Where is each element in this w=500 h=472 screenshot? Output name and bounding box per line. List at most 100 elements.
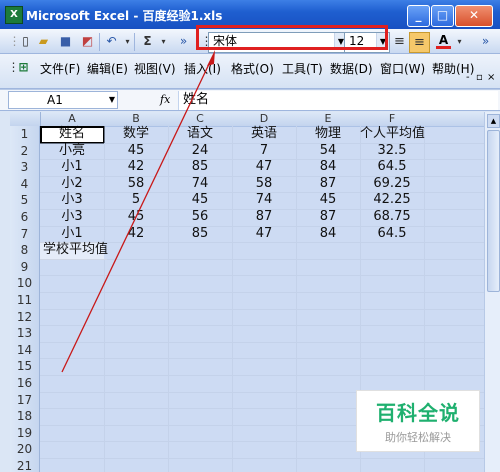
cell-c7[interactable]: 85 <box>168 225 233 244</box>
cell-g4[interactable] <box>424 175 484 194</box>
header-cell-f1[interactable]: 个人平均值 <box>360 126 425 144</box>
menu-view[interactable]: 视图(V) <box>134 60 176 77</box>
cell-g11[interactable] <box>424 292 484 310</box>
scroll-thumb[interactable] <box>487 130 500 292</box>
cell-a12[interactable] <box>40 308 105 327</box>
row-header[interactable]: 18 <box>10 408 40 426</box>
vertical-scrollbar[interactable]: ▲ <box>484 112 500 472</box>
cell-c6[interactable]: 56 <box>168 209 233 227</box>
header-cell-a1[interactable]: 姓名 <box>40 126 105 144</box>
cell-g5[interactable] <box>424 192 484 210</box>
cell-d2[interactable]: 7 <box>232 142 297 161</box>
cell-a14[interactable] <box>40 341 105 360</box>
cell-e18[interactable] <box>296 408 361 426</box>
column-header-e[interactable]: E <box>296 112 361 127</box>
cell-c8[interactable] <box>168 242 233 260</box>
cell-c18[interactable] <box>168 408 233 426</box>
scroll-up-icon[interactable]: ▲ <box>487 114 500 128</box>
column-header-a[interactable]: A <box>40 112 105 127</box>
cell-f21[interactable] <box>360 458 425 472</box>
cell-d15[interactable] <box>232 358 297 376</box>
row-header[interactable]: 19 <box>10 424 40 443</box>
cell-e21[interactable] <box>296 458 361 472</box>
cell-b19[interactable] <box>104 424 169 443</box>
cell-b15[interactable] <box>104 358 169 376</box>
cell-e3[interactable]: 84 <box>296 159 361 177</box>
cell-b13[interactable] <box>104 325 169 343</box>
column-header-d[interactable]: D <box>232 112 297 127</box>
cell-e4[interactable]: 87 <box>296 175 361 194</box>
doc-minimize-button[interactable]: - <box>466 72 470 83</box>
cell-e15[interactable] <box>296 358 361 376</box>
cell-b16[interactable] <box>104 375 169 393</box>
header-cell-d1[interactable]: 英语 <box>232 126 297 144</box>
cell-a9[interactable] <box>40 258 105 277</box>
cell-d9[interactable] <box>232 258 297 277</box>
cell-d17[interactable] <box>232 391 297 410</box>
cell-a7[interactable]: 小1 <box>40 225 105 244</box>
cell-g9[interactable] <box>424 258 484 277</box>
cell-e9[interactable] <box>296 258 361 277</box>
cell-g7[interactable] <box>424 225 484 244</box>
autosum-icon[interactable]: Σ <box>140 34 155 49</box>
menu-data[interactable]: 数据(D) <box>330 60 373 77</box>
cell-e5[interactable]: 45 <box>296 192 361 210</box>
cell-b21[interactable] <box>104 458 169 472</box>
row-header[interactable]: 6 <box>10 209 40 227</box>
cell-g3[interactable] <box>424 159 484 177</box>
menu-window[interactable]: 窗口(W) <box>380 60 425 77</box>
doc-restore-button[interactable]: ▫ <box>476 72 483 83</box>
row-header[interactable]: 11 <box>10 292 40 310</box>
cell-a21[interactable] <box>40 458 105 472</box>
cell-f3[interactable]: 64.5 <box>360 159 425 177</box>
undo-icon[interactable]: ↶ <box>104 34 119 49</box>
cell-b12[interactable] <box>104 308 169 327</box>
cell-c16[interactable] <box>168 375 233 393</box>
cell-g15[interactable] <box>424 358 484 376</box>
cell-d6[interactable]: 87 <box>232 209 297 227</box>
cell-d13[interactable] <box>232 325 297 343</box>
cell-c19[interactable] <box>168 424 233 443</box>
cell-d16[interactable] <box>232 375 297 393</box>
cell-e14[interactable] <box>296 341 361 360</box>
cell-d3[interactable]: 47 <box>232 159 297 177</box>
formula-input[interactable]: 姓名 <box>178 91 498 110</box>
cell-b11[interactable] <box>104 292 169 310</box>
toolbar-overflow-icon[interactable]: » <box>176 34 191 49</box>
menu-file[interactable]: 文件(F) <box>40 60 80 77</box>
cell-e6[interactable]: 87 <box>296 209 361 227</box>
chevron-down-icon[interactable]: ▼ <box>109 92 115 108</box>
cell-d8[interactable] <box>232 242 297 260</box>
cell-e20[interactable] <box>296 441 361 459</box>
workbook-icon[interactable]: ⊞ <box>16 60 31 75</box>
cell-d10[interactable] <box>232 275 297 293</box>
cell-d14[interactable] <box>232 341 297 360</box>
cell-a18[interactable] <box>40 408 105 426</box>
cell-a19[interactable] <box>40 424 105 443</box>
row-header[interactable]: 14 <box>10 341 40 360</box>
cell-f13[interactable] <box>360 325 425 343</box>
cell-g13[interactable] <box>424 325 484 343</box>
cell-a8[interactable]: 学校平均值 <box>40 242 108 260</box>
cell-d21[interactable] <box>232 458 297 472</box>
permission-icon[interactable]: ◩ <box>80 34 95 49</box>
row-header[interactable]: 16 <box>10 375 40 393</box>
cell-e10[interactable] <box>296 275 361 293</box>
open-folder-icon[interactable]: ▰ <box>36 34 51 49</box>
cell-e2[interactable]: 54 <box>296 142 361 161</box>
autosum-dropdown-icon[interactable]: ▾ <box>156 34 171 49</box>
cell-c21[interactable] <box>168 458 233 472</box>
row-header[interactable]: 1 <box>10 126 40 144</box>
cell-e11[interactable] <box>296 292 361 310</box>
cell-b6[interactable]: 45 <box>104 209 169 227</box>
cell-b2[interactable]: 45 <box>104 142 169 161</box>
cell-c14[interactable] <box>168 341 233 360</box>
menu-insert[interactable]: 插入(I) <box>184 60 221 77</box>
cell-f15[interactable] <box>360 358 425 376</box>
close-button[interactable]: ✕ <box>455 5 493 27</box>
cell-f2[interactable]: 32.5 <box>360 142 425 161</box>
cell-g2[interactable] <box>424 142 484 161</box>
cell-g10[interactable] <box>424 275 484 293</box>
menu-format[interactable]: 格式(O) <box>231 60 274 77</box>
cell-f4[interactable]: 69.25 <box>360 175 425 194</box>
